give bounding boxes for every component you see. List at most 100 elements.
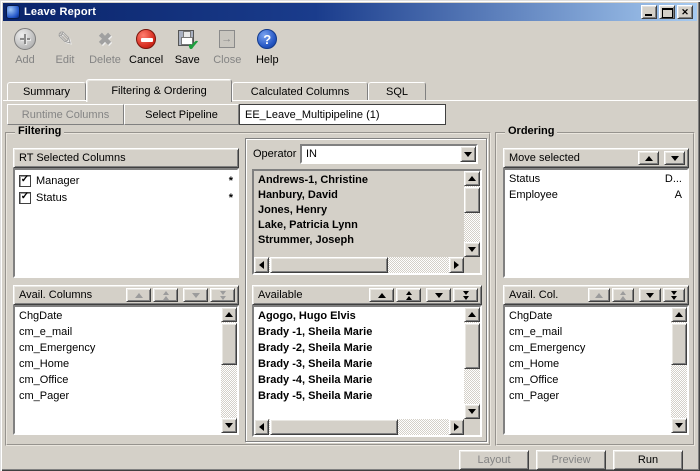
horizontal-scrollbar[interactable] bbox=[254, 419, 464, 435]
move-up-button[interactable] bbox=[588, 288, 610, 302]
list-item[interactable]: Status * bbox=[15, 188, 237, 205]
vertical-scrollbar[interactable] bbox=[464, 171, 480, 257]
list-item[interactable]: cm_Office bbox=[505, 372, 671, 388]
list-item[interactable]: Brady -1, Sheila Marie bbox=[254, 324, 464, 340]
help-button-label: Help bbox=[256, 54, 279, 66]
scroll-up-button[interactable] bbox=[221, 307, 237, 322]
edit-button[interactable]: ✎ Edit bbox=[45, 23, 85, 73]
move-selected-up-button[interactable] bbox=[638, 151, 659, 165]
title-bar[interactable]: Leave Report bbox=[3, 3, 697, 21]
list-item[interactable]: Jones, Henry bbox=[254, 202, 464, 217]
tab-filtering-ordering[interactable]: Filtering & Ordering bbox=[86, 79, 232, 102]
list-item[interactable]: cm_e_mail bbox=[505, 324, 671, 340]
ordering-selected-list[interactable]: Status D... Employee A bbox=[503, 168, 689, 278]
scroll-up-button[interactable] bbox=[464, 307, 480, 322]
move-bottom-button[interactable] bbox=[453, 288, 478, 302]
list-item[interactable]: cm_e_mail bbox=[15, 324, 221, 340]
save-button[interactable]: ✔ Save bbox=[167, 23, 207, 73]
scroll-thumb[interactable] bbox=[464, 323, 480, 369]
selected-values-list[interactable]: Andrews-1, Christine Hanbury, David Jone… bbox=[252, 169, 482, 275]
move-selected-down-button[interactable] bbox=[664, 151, 685, 165]
ordering-avail-col-header: Avail. Col. bbox=[503, 285, 689, 305]
list-item[interactable]: Lake, Patricia Lynn bbox=[254, 217, 464, 232]
close-button[interactable]: Close bbox=[207, 23, 247, 73]
list-item[interactable]: cm_Office bbox=[15, 372, 221, 388]
minimize-button[interactable] bbox=[641, 5, 657, 19]
list-item[interactable]: cm_Emergency bbox=[15, 340, 221, 356]
list-item[interactable]: Manager * bbox=[15, 171, 237, 188]
layout-button[interactable]: Layout bbox=[459, 450, 529, 470]
move-top-button[interactable] bbox=[396, 288, 421, 302]
scroll-thumb[interactable] bbox=[221, 323, 237, 365]
list-item[interactable]: Employee A bbox=[505, 187, 687, 203]
list-item[interactable]: Brady -2, Sheila Marie bbox=[254, 340, 464, 356]
scroll-left-button[interactable] bbox=[254, 419, 269, 435]
ordering-avail-columns-list[interactable]: ChgDate cm_e_mail cm_Emergency cm_Home c… bbox=[503, 305, 689, 435]
tab-summary-label: Summary bbox=[23, 86, 70, 98]
list-item[interactable]: ChgDate bbox=[15, 308, 221, 324]
available-values-list[interactable]: Agogo, Hugo Elvis Brady -1, Sheila Marie… bbox=[252, 305, 482, 437]
move-up-button[interactable] bbox=[369, 288, 394, 302]
cancel-button[interactable]: Cancel bbox=[125, 23, 167, 73]
list-item[interactable]: Brady -4, Sheila Marie bbox=[254, 372, 464, 388]
list-item[interactable]: ChgDate bbox=[505, 308, 671, 324]
vertical-scrollbar[interactable] bbox=[464, 307, 480, 419]
list-item[interactable]: cm_Home bbox=[15, 356, 221, 372]
list-item[interactable]: cm_Home bbox=[505, 356, 671, 372]
list-item[interactable]: Andrews-1, Christine bbox=[254, 172, 464, 187]
list-item[interactable]: Brady -5, Sheila Marie bbox=[254, 388, 464, 404]
list-item[interactable]: Hanbury, David bbox=[254, 187, 464, 202]
tab-sql[interactable]: SQL bbox=[368, 82, 426, 101]
list-item[interactable]: Strummer, Joseph bbox=[254, 232, 464, 247]
help-button[interactable]: ? Help bbox=[247, 23, 287, 73]
add-button[interactable]: Add bbox=[5, 23, 45, 73]
runtime-columns-button[interactable]: Runtime Columns bbox=[7, 104, 124, 125]
list-item[interactable]: cm_Pager bbox=[505, 388, 671, 404]
move-down-button[interactable] bbox=[183, 288, 208, 302]
scroll-down-button[interactable] bbox=[671, 418, 687, 433]
tab-summary[interactable]: Summary bbox=[7, 82, 86, 101]
list-item[interactable]: Status D... bbox=[505, 171, 687, 187]
move-top-button[interactable] bbox=[153, 288, 178, 302]
scroll-down-button[interactable] bbox=[464, 404, 480, 419]
scroll-right-button[interactable] bbox=[449, 257, 464, 273]
scroll-left-button[interactable] bbox=[254, 257, 269, 273]
move-down-button[interactable] bbox=[426, 288, 451, 302]
list-item[interactable]: cm_Emergency bbox=[505, 340, 671, 356]
move-bottom-button[interactable] bbox=[210, 288, 235, 302]
scroll-thumb[interactable] bbox=[671, 323, 687, 365]
list-item[interactable]: Brady -3, Sheila Marie bbox=[254, 356, 464, 372]
checkbox-checked-icon[interactable] bbox=[19, 192, 31, 204]
checkbox-checked-icon[interactable] bbox=[19, 175, 31, 187]
move-top-button[interactable] bbox=[612, 288, 634, 302]
maximize-button[interactable] bbox=[659, 5, 675, 19]
tab-calculated-columns[interactable]: Calculated Columns bbox=[232, 82, 368, 101]
close-window-button[interactable] bbox=[677, 5, 693, 19]
move-up-button[interactable] bbox=[126, 288, 151, 302]
vertical-scrollbar[interactable] bbox=[671, 307, 687, 433]
scroll-right-button[interactable] bbox=[449, 419, 464, 435]
scroll-down-button[interactable] bbox=[221, 418, 237, 433]
list-item[interactable]: Agogo, Hugo Elvis bbox=[254, 308, 464, 324]
move-bottom-button[interactable] bbox=[663, 288, 685, 302]
preview-button[interactable]: Preview bbox=[536, 450, 606, 470]
delete-button[interactable]: ✖ Delete bbox=[85, 23, 125, 73]
vertical-scrollbar[interactable] bbox=[221, 307, 237, 433]
cancel-icon bbox=[136, 29, 156, 49]
scroll-thumb[interactable] bbox=[270, 419, 398, 435]
rt-selected-columns-list[interactable]: Manager * Status * bbox=[13, 168, 239, 278]
pipeline-name-field[interactable]: EE_Leave_Multipipeline (1) bbox=[239, 104, 446, 125]
chevron-down-icon[interactable] bbox=[460, 146, 476, 162]
select-pipeline-button[interactable]: Select Pipeline bbox=[124, 104, 239, 125]
run-button[interactable]: Run bbox=[613, 450, 683, 470]
list-item[interactable]: cm_Pager bbox=[15, 388, 221, 404]
scroll-up-button[interactable] bbox=[671, 307, 687, 322]
scroll-down-button[interactable] bbox=[464, 242, 480, 257]
move-down-button[interactable] bbox=[639, 288, 661, 302]
scroll-thumb[interactable] bbox=[270, 257, 388, 273]
operator-combo[interactable]: IN bbox=[300, 144, 478, 164]
scroll-up-button[interactable] bbox=[464, 171, 480, 186]
avail-columns-list[interactable]: ChgDate cm_e_mail cm_Emergency cm_Home c… bbox=[13, 305, 239, 435]
horizontal-scrollbar[interactable] bbox=[254, 257, 464, 273]
scroll-thumb[interactable] bbox=[464, 187, 480, 213]
